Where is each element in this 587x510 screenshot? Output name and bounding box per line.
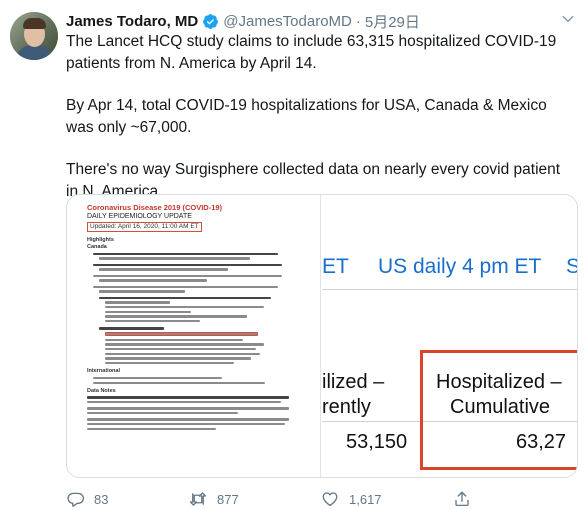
column-header: ilized –: [322, 371, 385, 393]
like-count: 1,617: [349, 491, 382, 507]
retweet-icon: [189, 492, 207, 506]
reply-count: 83: [94, 491, 109, 507]
reply-button[interactable]: 83: [66, 490, 189, 508]
report-text-line: [87, 423, 285, 426]
like-button[interactable]: 1,617: [321, 490, 453, 508]
report-document: Coronavirus Disease 2019 (COVID-19) DAIL…: [87, 203, 302, 432]
heart-icon: [322, 492, 338, 507]
report-section-heading: International: [87, 368, 121, 375]
report-text-line: [99, 327, 164, 330]
media-image-report[interactable]: Coronavirus Disease 2019 (COVID-19) DAIL…: [67, 195, 321, 477]
report-text-line: [105, 320, 200, 323]
share-icon: [455, 491, 469, 507]
chevron-down-icon[interactable]: [561, 12, 575, 26]
report-text-line: [93, 274, 283, 278]
report-text-line: [93, 381, 265, 384]
report-text-line: [99, 296, 271, 300]
report-text-line: [105, 352, 260, 355]
author-name[interactable]: James Todaro, MD: [66, 13, 198, 30]
report-text-line: [105, 315, 247, 318]
report-text-line: [93, 376, 222, 380]
report-text-line: [87, 418, 290, 421]
report-text-line: [87, 407, 290, 410]
report-text-line: [87, 396, 290, 399]
report-text-line: [87, 401, 281, 404]
report-title: Coronavirus Disease 2019 (COVID-19): [87, 203, 223, 212]
report-section-heading: Canada: [87, 244, 107, 251]
report-subtitle: DAILY EPIDEMIOLOGY UPDATE: [87, 213, 192, 220]
column-header: rently: [322, 396, 371, 418]
tweet-paragraph: By Apr 14, total COVID-19 hospitalizatio…: [66, 97, 547, 136]
report-text-line: [105, 306, 265, 309]
report-text-line: [105, 343, 265, 346]
report-text-line: [105, 310, 191, 314]
table-cell-value: 53,150: [346, 431, 408, 453]
report-text-line: [105, 361, 234, 365]
tweet-date[interactable]: 5月29日: [365, 11, 420, 32]
header-cell: ET: [322, 255, 349, 278]
report-section-heading: Highlights: [87, 237, 114, 243]
report-text-line: [99, 279, 207, 282]
report-text-line: [93, 263, 283, 267]
avatar-hair: [23, 18, 46, 29]
report-text-line: [99, 268, 228, 271]
table-header-row: ET US daily 4 pm ET S: [322, 247, 577, 287]
report-highlighted-line: [105, 332, 258, 337]
retweet-button[interactable]: 877: [189, 490, 321, 508]
share-button[interactable]: [453, 490, 471, 508]
avatar[interactable]: [10, 12, 58, 60]
report-text-line: [87, 427, 216, 431]
report-text-line: [105, 357, 252, 360]
table-divider: [322, 289, 577, 290]
header-cell: US daily 4 pm ET: [378, 255, 542, 278]
report-text-line: [105, 301, 170, 304]
tweet-actions: 83 877 1,617: [66, 490, 471, 508]
tweet-media[interactable]: Coronavirus Disease 2019 (COVID-19) DAIL…: [66, 194, 578, 478]
media-image-table[interactable]: ET US daily 4 pm ET S ilized – rently Ho…: [322, 195, 577, 477]
separator-dot: ·: [355, 12, 361, 30]
report-text-line: [99, 290, 185, 293]
report-text-line: [105, 347, 256, 351]
report-text-line: [93, 285, 278, 289]
header-cell: S: [566, 255, 577, 279]
reply-icon: [67, 492, 84, 507]
tweet-paragraph: The Lancet HCQ study claims to include 6…: [66, 33, 557, 72]
report-text-line: [87, 412, 238, 415]
report-section-heading: Data Notes: [87, 387, 116, 394]
report-updated-date: Updated: April 16, 2020, 11:00 AM ET: [87, 222, 202, 232]
report-text-line: [105, 338, 243, 341]
report-text-line: [99, 257, 250, 260]
highlight-box: [420, 350, 577, 470]
author-handle[interactable]: @JamesTodaroMD: [223, 13, 352, 30]
tweet-header: James Todaro, MD @JamesTodaroMD · 5月29日: [66, 10, 577, 32]
verified-badge-icon: [203, 13, 219, 29]
report-text-line: [93, 252, 278, 256]
retweet-count: 877: [217, 491, 239, 507]
